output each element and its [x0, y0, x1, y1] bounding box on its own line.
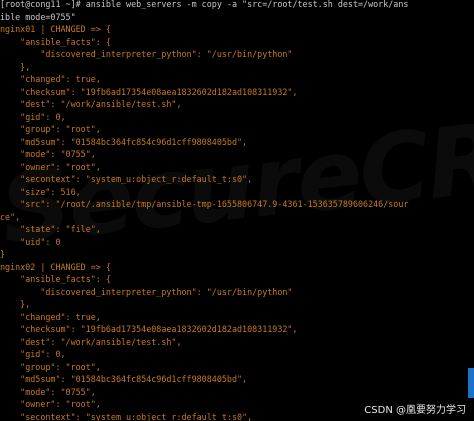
terminal-line: "checksum": "19fb6ad17354e08aea1832602d1…	[0, 324, 298, 334]
terminal-line: "mode": "0755",	[0, 149, 96, 159]
terminal-line: "group": "root",	[0, 124, 101, 134]
terminal-line: "ansible_facts": {	[0, 36, 111, 47]
terminal-line: "ansible_facts": {	[0, 274, 111, 284]
terminal-line: "owner": "root",	[0, 399, 101, 409]
terminal-line: "secontext": "system_u:object_r:default_…	[0, 174, 253, 184]
scrollbar-thumb[interactable]	[468, 368, 474, 398]
terminal-line: "size": 516,	[0, 186, 81, 197]
terminal-line: nginx02 | CHANGED => {	[0, 261, 111, 272]
terminal-line: "dest": "/work/ansible/test.sh",	[0, 99, 182, 109]
terminal-line: "state": "file",	[0, 224, 101, 234]
terminal-line: [root@cong11 ~]# ansible web_servers -m …	[0, 0, 409, 9]
terminal-window[interactable]: SecureCRT [root@cong11 ~]# ansible web_s…	[0, 0, 474, 421]
terminal-line: "dest": "/work/ansible/test.sh",	[0, 336, 182, 347]
terminal-line: "group": "root",	[0, 361, 101, 372]
terminal-line: },	[0, 299, 31, 309]
csdn-watermark-badge: CSDN @凰要努力学习	[364, 405, 466, 416]
terminal-line: "gid": 0,	[0, 111, 66, 122]
terminal-line: ible mode=0755"	[0, 11, 76, 22]
terminal-line: "changed": true,	[0, 311, 101, 322]
terminal-line: "discovered_interpreter_python": "/usr/b…	[0, 286, 293, 297]
terminal-line: "mode": "0755",	[0, 386, 96, 397]
terminal-line: ce",	[0, 211, 21, 222]
terminal-line: "secontext": "system_u:object_r:default_…	[0, 411, 253, 421]
terminal-line: "gid": 0,	[0, 349, 66, 359]
terminal-line: },	[0, 61, 31, 72]
terminal-line: "src": "/root/.ansible/tmp/ansible-tmp-1…	[0, 199, 409, 209]
terminal-line: nginx01 | CHANGED => {	[0, 24, 111, 34]
terminal-line: "md5sum": "01584bc364fc854c96d1cff980840…	[0, 374, 248, 384]
terminal-line: "changed": true,	[0, 74, 101, 84]
terminal-line: "discovered_interpreter_python": "/usr/b…	[0, 49, 293, 59]
terminal-line: "uid": 0	[0, 236, 61, 247]
terminal-line: "owner": "root",	[0, 161, 101, 172]
terminal-line: "md5sum": "01584bc364fc854c96d1cff980840…	[0, 136, 248, 147]
terminal-line: }	[0, 249, 6, 259]
terminal-line: "checksum": "19fb6ad17354e08aea1832602d1…	[0, 86, 298, 97]
